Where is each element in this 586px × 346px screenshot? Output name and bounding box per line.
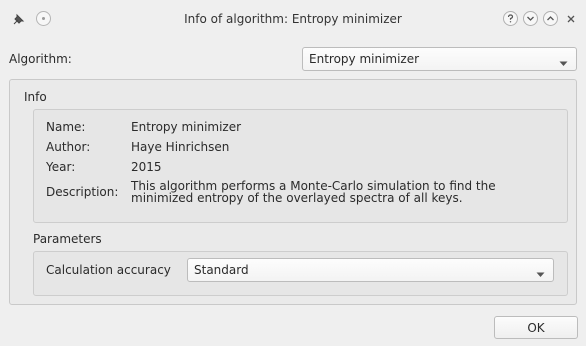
year-label: Year: [46, 160, 76, 174]
minimize-icon[interactable] [523, 11, 538, 26]
algorithm-label: Algorithm: [9, 52, 72, 66]
maximize-icon[interactable] [543, 11, 558, 26]
title-bar[interactable]: Info of algorithm: Entropy minimizer [0, 0, 586, 37]
parameters-group-title: Parameters [33, 232, 102, 246]
close-icon[interactable] [563, 11, 578, 26]
author-value: Haye Hinrichsen [131, 140, 230, 154]
window-title: Info of algorithm: Entropy minimizer [184, 12, 402, 26]
description-line-2: minimized entropy of the overlayed spect… [131, 191, 463, 205]
description-value: This algorithm performs a Monte-Carlo si… [131, 180, 551, 204]
calculation-accuracy-select[interactable]: Standard [187, 258, 554, 282]
author-label: Author: [46, 140, 91, 154]
calculation-accuracy-label: Calculation accuracy [46, 263, 171, 277]
description-label: Description: [46, 185, 119, 199]
chevron-down-icon [536, 267, 545, 281]
info-group-title: Info [24, 90, 47, 104]
info-group [33, 109, 568, 223]
ok-button[interactable]: OK [494, 316, 578, 339]
name-value: Entropy minimizer [131, 120, 242, 134]
name-label: Name: [46, 120, 86, 134]
dialog-window: Info of algorithm: Entropy minimizer Alg… [0, 0, 586, 346]
algorithm-select[interactable]: Entropy minimizer [302, 47, 577, 71]
calculation-accuracy-value: Standard [194, 263, 249, 277]
algorithm-select-value: Entropy minimizer [309, 52, 420, 66]
chevron-down-icon [559, 56, 568, 70]
help-icon[interactable] [503, 11, 518, 26]
year-value: 2015 [131, 160, 162, 174]
